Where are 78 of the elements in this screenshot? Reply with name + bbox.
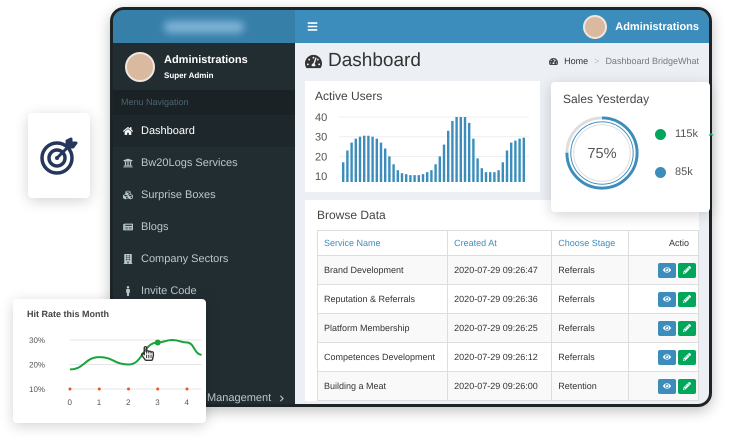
sales-donut-chart: 75% — [563, 114, 641, 192]
card-title: Browse Data — [317, 208, 387, 222]
legend-value: 115k — [675, 128, 698, 140]
y-tick-label: 30 — [315, 132, 328, 144]
table-cell: Building a Meat — [318, 372, 448, 400]
line-series — [69, 339, 203, 370]
pencil-icon — [683, 353, 691, 361]
eye-icon — [663, 266, 671, 274]
column-header[interactable]: Created At — [448, 230, 552, 256]
user-name: Administrations — [164, 54, 248, 66]
avatar — [125, 52, 155, 82]
table-cell: Retention — [552, 372, 628, 400]
x-tick-label: 3 — [155, 398, 160, 407]
breadcrumb-link[interactable]: Home — [564, 56, 588, 66]
table-cell: Competences Development — [318, 342, 448, 372]
table-cell: 2020-07-29 09:26:00 — [448, 372, 552, 400]
view-button[interactable] — [658, 350, 676, 364]
view-button[interactable] — [658, 292, 676, 306]
table-cell: Platform Membership — [318, 314, 448, 342]
view-button[interactable] — [658, 262, 676, 278]
menu-header: Menu Navigation — [113, 90, 295, 115]
eye-icon — [663, 295, 671, 303]
sidebar-item[interactable]: Management — [207, 382, 295, 404]
eye-icon — [663, 353, 671, 361]
table-cell: 2020-07-29 09:26:47 — [448, 256, 552, 284]
chevron-icon — [279, 394, 285, 402]
view-button[interactable] — [658, 320, 676, 336]
sidebar-item[interactable]: Blogs — [113, 211, 295, 243]
table-cell: 2020-07-29 09:26:36 — [448, 284, 552, 314]
x-tick-label: 1 — [96, 398, 102, 407]
sidebar-item[interactable]: Dashboard — [113, 115, 295, 147]
legend-value: 85k — [675, 166, 693, 178]
y-tick-label: 10 — [315, 171, 328, 184]
view-button[interactable] — [658, 378, 676, 394]
pencil-icon — [683, 382, 691, 390]
y-tick-label: 40 — [315, 112, 328, 124]
breadcrumb-separator: > — [594, 56, 600, 66]
card-title: Hit Rate this Month — [27, 309, 110, 319]
card-title: Sales Yesterday — [563, 92, 650, 106]
pencil-icon — [683, 266, 691, 274]
x-tick-label: 0 — [68, 398, 72, 407]
table-cell: Referrals — [552, 342, 628, 372]
y-tick-label: 20% — [29, 360, 46, 370]
dashboard-icon — [549, 56, 558, 66]
edit-button[interactable] — [678, 320, 696, 336]
y-tick-label: 10% — [29, 385, 46, 394]
hand-cursor-icon — [140, 346, 155, 361]
edit-button[interactable] — [678, 350, 696, 364]
table-cell: Referrals — [552, 256, 628, 284]
edit-button[interactable] — [678, 262, 696, 278]
edit-button[interactable] — [678, 292, 696, 306]
pencil-icon — [683, 324, 691, 332]
y-tick-label: 20 — [315, 151, 328, 164]
sidebar-item[interactable]: Surprise Boxes — [113, 179, 295, 211]
table-cell: Referrals — [552, 284, 628, 314]
table-cell: Reputation & Referrals — [318, 284, 448, 314]
pencil-icon — [683, 295, 691, 303]
card-title: Active Users — [315, 89, 384, 103]
table-cell: Brand Development — [318, 256, 448, 284]
active-users-chart: 10 20 30 40 — [315, 109, 530, 184]
edit-button[interactable] — [678, 378, 696, 394]
sidebar-item[interactable]: Company Sectors — [113, 243, 295, 275]
y-tick-label: 30% — [29, 336, 46, 345]
sidebar-item[interactable]: Bw20Logs Services — [113, 147, 295, 179]
table-cell: Referrals — [552, 314, 628, 342]
table-cell: 2020-07-29 09:26:12 — [448, 342, 552, 372]
eye-icon — [663, 382, 671, 390]
user-role: Super Admin — [164, 70, 214, 80]
table-cell: 2020-07-29 09:26:25 — [448, 314, 552, 342]
x-tick-label: 2 — [126, 398, 131, 407]
x-tick-label: 4 — [184, 398, 190, 407]
dashboard-icon — [305, 52, 322, 70]
top-user-name[interactable]: Administrations — [615, 20, 699, 32]
eye-icon — [663, 324, 671, 332]
target-icon — [40, 136, 78, 174]
avatar — [583, 14, 608, 38]
column-header[interactable]: Service Name — [318, 230, 448, 256]
page-title: Dashboard — [328, 50, 421, 72]
